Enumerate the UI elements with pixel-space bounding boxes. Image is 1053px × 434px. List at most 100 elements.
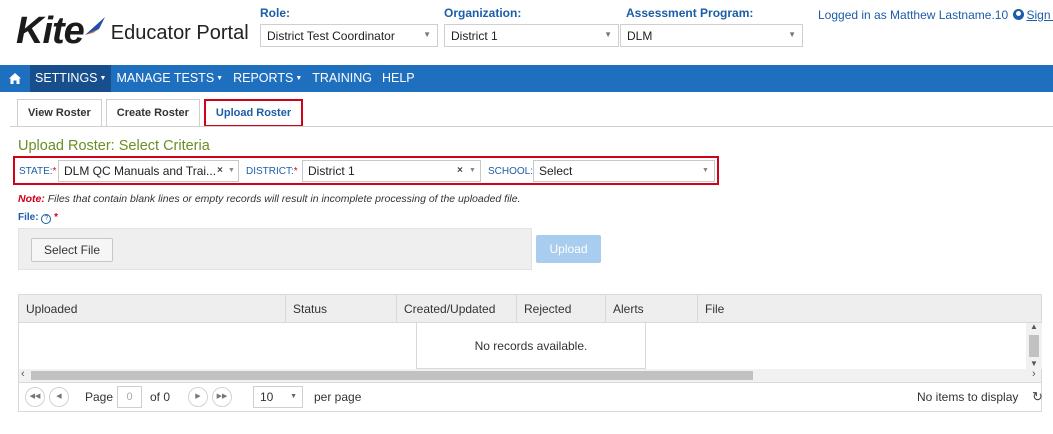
upload-history-grid: Uploaded Status Created/Updated Rejected… [18, 294, 1043, 412]
nav-label: SETTINGS [35, 71, 98, 85]
grid-header: Uploaded Status Created/Updated Rejected… [19, 295, 1041, 323]
tab-create-roster[interactable]: Create Roster [105, 99, 200, 127]
main-nav: SETTINGS ▼ MANAGE TESTS ▼ REPORTS ▼ TRAININ… [0, 65, 1053, 92]
scroll-right-icon[interactable]: › [1032, 368, 1036, 380]
scroll-up-icon[interactable]: ▲ [1030, 322, 1038, 331]
note-text: Files that contain blank lines or empty … [44, 193, 521, 205]
kite-logo[interactable]: Kite Educator Portal [16, 12, 249, 50]
chevron-down-icon: ▼ [228, 167, 235, 174]
sign-out-link[interactable]: Sign Out [1026, 8, 1053, 22]
login-status: Logged in as Matthew Lastname.10 Sign Ou… [818, 8, 1053, 22]
column-header-created-updated[interactable]: Created/Updated [396, 295, 516, 323]
empty-message: No records available. [416, 323, 646, 369]
prev-page-icon[interactable]: ◀ [49, 387, 69, 407]
tab-view-roster[interactable]: View Roster [17, 99, 102, 127]
note-prefix: Note: [18, 193, 45, 205]
nav-label: REPORTS [233, 71, 294, 85]
role-label: Role: [260, 6, 290, 20]
horizontal-scrollbar[interactable]: ‹ › [19, 368, 1041, 382]
login-text: Logged in as Matthew Lastname.10 [818, 8, 1009, 22]
clear-icon[interactable]: × [217, 165, 223, 176]
chevron-down-icon: ▼ [604, 30, 612, 39]
nav-label: TRAINING [312, 71, 372, 85]
assessment-program-label: Assessment Program: [626, 6, 754, 20]
page-label: Page [85, 390, 114, 404]
role-field: Role: District Test Coordinator ▼ [260, 6, 438, 47]
chevron-down-icon: ▼ [423, 30, 431, 39]
school-select[interactable]: Select ▼ [533, 160, 715, 182]
nav-item-settings[interactable]: SETTINGS ▼ [30, 65, 112, 92]
tab-upload-roster[interactable]: Upload Roster [203, 99, 304, 127]
home-button[interactable] [0, 65, 30, 92]
state-select[interactable]: DLM QC Manuals and Trai... × ▼ [58, 160, 239, 182]
scroll-thumb[interactable] [1029, 335, 1039, 357]
school-value: Select [539, 164, 573, 178]
clear-icon[interactable]: × [457, 165, 463, 176]
refresh-icon[interactable]: ↻ [1032, 389, 1043, 405]
state-value: DLM QC Manuals and Trai... [64, 164, 217, 178]
chevron-down-icon: ▼ [702, 167, 709, 174]
nav-item-reports[interactable]: REPORTS ▼ [228, 65, 307, 92]
roster-tabs: View Roster Create Roster Upload Roster [17, 99, 307, 127]
portal-name: Educator Portal [110, 21, 249, 44]
user-icon [1013, 9, 1025, 20]
file-drop-area[interactable]: Select File [18, 228, 532, 270]
column-header-alerts[interactable]: Alerts [605, 295, 697, 323]
scroll-left-icon[interactable]: ‹ [21, 368, 25, 380]
page-input[interactable]: 0 [117, 386, 142, 408]
organization-select[interactable]: District 1 ▼ [444, 24, 619, 47]
first-page-icon[interactable]: ◀◀ [25, 387, 45, 407]
role-select[interactable]: District Test Coordinator ▼ [260, 24, 438, 47]
upload-button[interactable]: Upload [536, 235, 601, 263]
scroll-thumb[interactable] [31, 371, 753, 380]
pager-status: No items to display [917, 390, 1019, 404]
vertical-scrollbar[interactable]: ▲ ▼ [1026, 322, 1042, 369]
caret-down-icon: ▼ [216, 75, 224, 82]
organization-field: Organization: District 1 ▼ [444, 6, 619, 47]
district-label: DISTRICT:* [246, 166, 298, 177]
tabs-divider [10, 126, 1053, 127]
nav-label: HELP [381, 71, 415, 85]
last-page-icon[interactable]: ▶▶ [212, 387, 232, 407]
file-label: File: ? * [18, 212, 59, 224]
home-icon [9, 73, 21, 84]
chevron-down-icon: ▼ [788, 30, 796, 39]
district-select[interactable]: District 1 × ▼ [302, 160, 481, 182]
assessment-program-field: Assessment Program: DLM ▼ [620, 6, 803, 47]
district-value: District 1 [308, 164, 355, 178]
column-header-file[interactable]: File [697, 295, 1041, 323]
grid-pager: ◀◀ ◀ Page 0 of 0 ▶ ▶▶ 10 ▼ per page No i… [19, 382, 1043, 411]
school-label: SCHOOL: [488, 166, 534, 177]
nav-item-manage-tests[interactable]: MANAGE TESTS ▼ [111, 65, 228, 92]
caret-down-icon: ▼ [295, 75, 303, 82]
grid-body: No records available. [19, 323, 1025, 369]
state-label: STATE:* [19, 166, 57, 177]
select-criteria-bar: STATE:* DLM QC Manuals and Trai... × ▼ D… [13, 156, 719, 185]
page-count: of 0 [150, 390, 171, 404]
assessment-program-value: DLM [627, 29, 653, 43]
select-file-button[interactable]: Select File [31, 238, 114, 262]
column-header-rejected[interactable]: Rejected [516, 295, 605, 323]
kite-mark-icon [84, 17, 105, 35]
next-page-icon[interactable]: ▶ [188, 387, 208, 407]
column-header-uploaded[interactable]: Uploaded [19, 295, 285, 323]
chevron-down-icon: ▼ [290, 393, 297, 400]
caret-down-icon: ▼ [99, 75, 107, 82]
page-size-select[interactable]: 10 ▼ [253, 386, 303, 408]
organization-value: District 1 [451, 29, 498, 43]
nav-label: MANAGE TESTS [116, 71, 215, 85]
upload-note: Note: Files that contain blank lines or … [18, 193, 521, 205]
page-title: Upload Roster: Select Criteria [18, 138, 210, 154]
organization-label: Organization: [444, 6, 522, 20]
per-page-label: per page [314, 390, 362, 404]
app-header: Kite Educator Portal Role: District Test… [0, 0, 1053, 62]
scroll-down-icon[interactable]: ▼ [1030, 359, 1038, 368]
chevron-down-icon: ▼ [469, 167, 476, 174]
role-value: District Test Coordinator [267, 29, 395, 43]
nav-item-training[interactable]: TRAINING [307, 65, 377, 92]
column-header-status[interactable]: Status [285, 295, 396, 323]
assessment-program-select[interactable]: DLM ▼ [620, 24, 803, 47]
nav-item-help[interactable]: HELP [377, 65, 420, 92]
page-size-value: 10 [260, 390, 274, 404]
help-icon[interactable]: ? [41, 214, 52, 224]
